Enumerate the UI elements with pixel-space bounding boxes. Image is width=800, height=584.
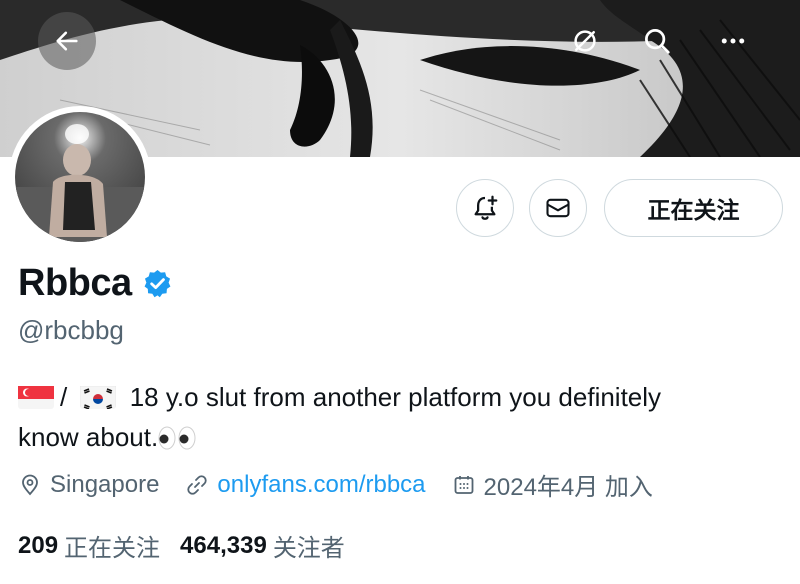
bell-plus-icon — [474, 195, 498, 220]
join-date-text: 2024年4月 加入 — [483, 474, 653, 501]
following-button[interactable]: 正在关注 — [604, 179, 783, 237]
grok-button[interactable] — [558, 14, 612, 68]
back-button[interactable] — [38, 12, 96, 70]
more-icon — [721, 38, 745, 44]
verified-badge-icon[interactable] — [142, 268, 173, 299]
singapore-flag-icon — [18, 383, 54, 409]
following-label[interactable]: 正在关注 — [64, 528, 160, 563]
search-button[interactable] — [630, 14, 684, 68]
follow-stats: 209 正在关注 464,339 关注者 — [18, 528, 365, 563]
message-button[interactable] — [529, 179, 587, 237]
website[interactable]: onlyfans.com/rbbca — [185, 471, 426, 499]
website-link[interactable]: onlyfans.com/rbbca — [217, 471, 425, 499]
envelope-icon — [546, 198, 570, 218]
followers-count[interactable]: 464,339 — [180, 532, 267, 560]
more-button[interactable] — [706, 14, 760, 68]
arrow-left-icon — [56, 31, 78, 51]
notify-button[interactable] — [456, 179, 514, 237]
bio: / 18 y.o slut from another platform you … — [18, 377, 778, 457]
followers-label[interactable]: 关注者 — [273, 528, 345, 563]
calendar-icon — [454, 475, 473, 494]
handle: @rbcbbg — [18, 315, 124, 345]
display-name: Rbbca — [18, 262, 132, 304]
bio-text-line2: know about. — [18, 422, 159, 452]
name-row: Rbbca — [18, 262, 173, 305]
search-icon — [645, 29, 670, 54]
location: Singapore — [18, 471, 159, 499]
south-korea-flag-icon — [80, 383, 117, 409]
profile-meta: Singapore onlyfans.com/rbbca 2024年4月 加入 — [18, 467, 679, 502]
bio-text-line1: 18 y.o slut from another platform you de… — [129, 382, 662, 412]
location-pin-icon — [22, 474, 38, 495]
bio-separator: / — [60, 382, 68, 412]
avatar[interactable] — [9, 106, 151, 248]
join-date: 2024年4月 加入 — [452, 467, 653, 502]
refresh-icon — [574, 30, 596, 52]
avatar-photo — [15, 112, 145, 242]
following-count[interactable]: 209 — [18, 532, 58, 560]
link-icon — [187, 474, 208, 495]
eyes-emoji-icon — [158, 426, 196, 450]
location-text: Singapore — [50, 470, 160, 498]
